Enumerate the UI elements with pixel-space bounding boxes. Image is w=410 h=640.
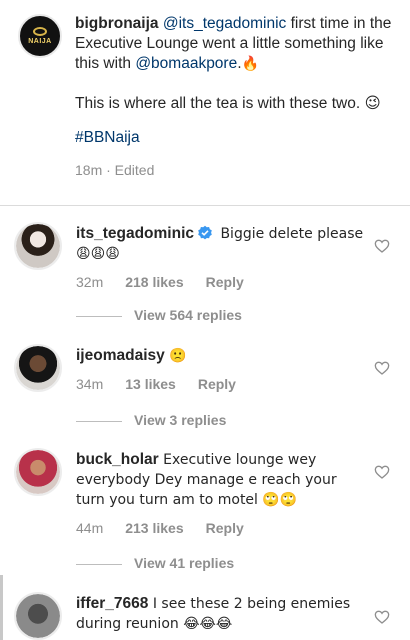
view-replies-text[interactable]: View 3 replies	[134, 412, 226, 428]
view-replies-button[interactable]: View 564 replies	[14, 306, 406, 326]
replies-line	[76, 564, 122, 565]
avatar[interactable]	[14, 222, 62, 270]
scroll-edge	[0, 575, 3, 640]
comment-username[interactable]: buck_holar	[76, 451, 159, 468]
comment-username[interactable]: iffer_7668	[76, 595, 148, 612]
heart-outline-icon[interactable]	[374, 360, 390, 376]
comment-body: its_tegadominic Biggie delete please 😩😩😩…	[76, 224, 366, 292]
avatar[interactable]	[14, 592, 62, 640]
caption-mention-tega[interactable]: @its_tegadominic	[163, 15, 286, 32]
replies-line	[76, 316, 122, 317]
reply-button[interactable]: Reply	[206, 274, 244, 290]
view-replies-text[interactable]: View 41 replies	[134, 555, 234, 571]
heart-outline-icon[interactable]	[374, 609, 390, 625]
divider	[0, 205, 410, 206]
caption-hashtag[interactable]: #BBNaija	[75, 128, 397, 148]
avatar[interactable]	[14, 448, 62, 496]
caption-username[interactable]: bigbronaija	[75, 15, 159, 32]
eye-logo-icon	[33, 26, 47, 36]
view-replies-button[interactable]: View 3 replies	[14, 411, 406, 431]
view-replies-button[interactable]: View 41 replies	[14, 554, 406, 574]
comment-time: 44m	[76, 520, 104, 536]
logo-text: NAIJA	[28, 37, 52, 45]
comment-time: 34m	[76, 376, 104, 392]
comment-body: iffer_7668 I see these 2 being enemies d…	[76, 594, 366, 634]
heart-outline-icon[interactable]	[374, 238, 390, 254]
verified-badge-icon	[198, 225, 212, 240]
comments-page: NAIJA bigbronaija @its_tegadominic first…	[0, 0, 410, 640]
comment-likes[interactable]: 213 likes	[125, 520, 183, 536]
comment-likes[interactable]: 218 likes	[125, 274, 183, 290]
comment-meta: 32m 218 likes Reply	[76, 272, 366, 292]
comment-meta: 34m 13 likes Reply	[76, 374, 366, 394]
comment-time: 32m	[76, 274, 104, 290]
heart-outline-icon[interactable]	[374, 464, 390, 480]
reply-button[interactable]: Reply	[206, 520, 244, 536]
comment-username[interactable]: ijeomadaisy	[76, 347, 165, 364]
caption-mention-boma[interactable]: @bomaakpore	[135, 55, 237, 72]
comment-meta: 44m 213 likes Reply	[76, 518, 366, 538]
comment-text: 🙁	[164, 348, 187, 364]
view-replies-text[interactable]: View 564 replies	[134, 307, 242, 323]
bbnaija-avatar[interactable]: NAIJA	[18, 14, 62, 58]
reply-button[interactable]: Reply	[198, 376, 236, 392]
comment-username[interactable]: its_tegadominic	[76, 225, 194, 242]
avatar[interactable]	[14, 344, 62, 392]
caption-text-2: This is where all the tea is with these …	[75, 95, 381, 112]
comment-likes[interactable]: 13 likes	[125, 376, 176, 392]
comment-body: buck_holar Executive lounge wey everybod…	[76, 450, 366, 538]
comment-body: ijeomadaisy 🙁 34m 13 likes Reply	[76, 346, 366, 394]
replies-line	[76, 421, 122, 422]
caption-text-1-end: .🔥	[237, 56, 260, 72]
caption-meta: 18m · Edited	[75, 162, 155, 178]
caption-text: bigbronaija @its_tegadominic first time …	[75, 14, 397, 180]
